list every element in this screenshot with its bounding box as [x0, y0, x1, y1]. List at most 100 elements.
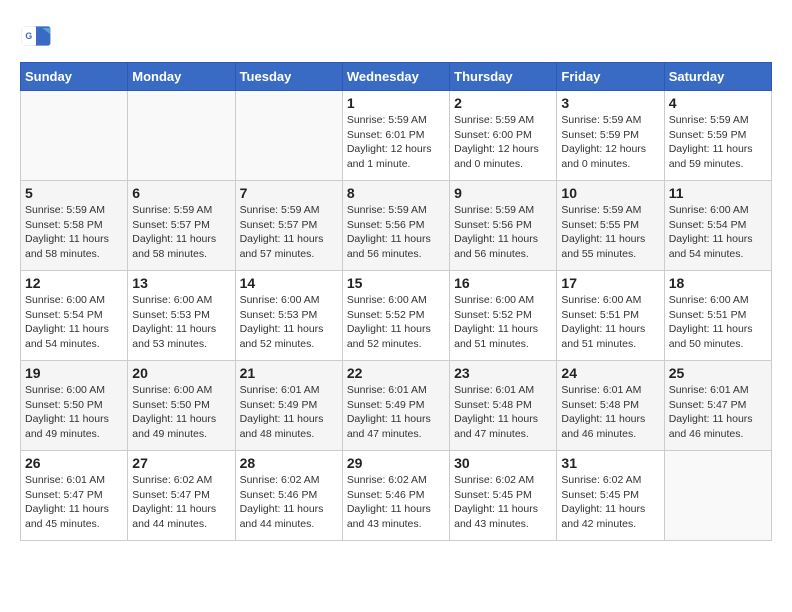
- weekday-header: Saturday: [664, 63, 771, 91]
- calendar-day-cell: [664, 451, 771, 541]
- day-info: Sunrise: 6:02 AM Sunset: 5:47 PM Dayligh…: [132, 473, 230, 532]
- day-info: Sunrise: 5:59 AM Sunset: 5:57 PM Dayligh…: [240, 203, 338, 262]
- day-info: Sunrise: 6:00 AM Sunset: 5:51 PM Dayligh…: [561, 293, 659, 352]
- day-info: Sunrise: 6:02 AM Sunset: 5:45 PM Dayligh…: [561, 473, 659, 532]
- calendar-day-cell: 8Sunrise: 5:59 AM Sunset: 5:56 PM Daylig…: [342, 181, 449, 271]
- calendar-day-cell: 24 Sunrise: 6:01 AM Sunset: 5:48 PM Dayli…: [557, 361, 664, 451]
- day-info: Sunrise: 6:01 AM Sunset: 5:48 PM Dayligh…: [454, 383, 552, 442]
- calendar-day-cell: 3Sunrise: 5:59 AM Sunset: 5:59 PM Daylig…: [557, 91, 664, 181]
- day-number: 7: [240, 185, 338, 201]
- day-info: Sunrise: 5:59 AM Sunset: 5:59 PM Dayligh…: [561, 113, 659, 172]
- day-number: 4: [669, 95, 767, 111]
- calendar-day-cell: 25 Sunrise: 6:01 AM Sunset: 5:47 PM Dayli…: [664, 361, 771, 451]
- calendar-day-cell: 4 Sunrise: 5:59 AM Sunset: 5:59 PM Daylig…: [664, 91, 771, 181]
- day-number: 15: [347, 275, 445, 291]
- day-info: Sunrise: 6:01 AM Sunset: 5:48 PM Dayligh…: [561, 383, 659, 442]
- day-number: 24: [561, 365, 659, 381]
- day-info: Sunrise: 6:00 AM Sunset: 5:53 PM Dayligh…: [240, 293, 338, 352]
- calendar-day-cell: [21, 91, 128, 181]
- day-info: Sunrise: 6:00 AM Sunset: 5:51 PM Dayligh…: [669, 293, 767, 352]
- day-info: Sunrise: 6:00 AM Sunset: 5:54 PM Dayligh…: [669, 203, 767, 262]
- day-number: 29: [347, 455, 445, 471]
- day-number: 26: [25, 455, 123, 471]
- day-info: Sunrise: 6:01 AM Sunset: 5:47 PM Dayligh…: [669, 383, 767, 442]
- day-number: 14: [240, 275, 338, 291]
- calendar-day-cell: 19 Sunrise: 6:00 AM Sunset: 5:50 PM Dayli…: [21, 361, 128, 451]
- day-number: 12: [25, 275, 123, 291]
- day-info: Sunrise: 6:02 AM Sunset: 5:45 PM Dayligh…: [454, 473, 552, 532]
- page-header: G: [20, 20, 772, 52]
- day-info: Sunrise: 6:00 AM Sunset: 5:54 PM Dayligh…: [25, 293, 123, 352]
- calendar-day-cell: 11 Sunrise: 6:00 AM Sunset: 5:54 PM Dayli…: [664, 181, 771, 271]
- day-number: 18: [669, 275, 767, 291]
- day-info: Sunrise: 5:59 AM Sunset: 6:00 PM Dayligh…: [454, 113, 552, 172]
- day-number: 1: [347, 95, 445, 111]
- day-number: 23: [454, 365, 552, 381]
- day-info: Sunrise: 5:59 AM Sunset: 6:01 PM Dayligh…: [347, 113, 445, 172]
- calendar-day-cell: 1 Sunrise: 5:59 AM Sunset: 6:01 PM Daylig…: [342, 91, 449, 181]
- day-info: Sunrise: 6:01 AM Sunset: 5:49 PM Dayligh…: [347, 383, 445, 442]
- day-number: 20: [132, 365, 230, 381]
- calendar-day-cell: 23 Sunrise: 6:01 AM Sunset: 5:48 PM Dayli…: [450, 361, 557, 451]
- weekday-header: Friday: [557, 63, 664, 91]
- day-info: Sunrise: 6:01 AM Sunset: 5:49 PM Dayligh…: [240, 383, 338, 442]
- calendar-day-cell: 9 Sunrise: 5:59 AM Sunset: 5:56 PM Daylig…: [450, 181, 557, 271]
- day-info: Sunrise: 6:00 AM Sunset: 5:50 PM Dayligh…: [132, 383, 230, 442]
- calendar-day-cell: 14 Sunrise: 6:00 AM Sunset: 5:53 PM Dayli…: [235, 271, 342, 361]
- day-number: 19: [25, 365, 123, 381]
- day-info: Sunrise: 5:59 AM Sunset: 5:58 PM Dayligh…: [25, 203, 123, 262]
- day-info: Sunrise: 6:00 AM Sunset: 5:52 PM Dayligh…: [454, 293, 552, 352]
- calendar-day-cell: 27 Sunrise: 6:02 AM Sunset: 5:47 PM Dayli…: [128, 451, 235, 541]
- day-number: 30: [454, 455, 552, 471]
- calendar-day-cell: 6Sunrise: 5:59 AM Sunset: 5:57 PM Daylig…: [128, 181, 235, 271]
- calendar-day-cell: [235, 91, 342, 181]
- calendar-day-cell: 18 Sunrise: 6:00 AM Sunset: 5:51 PM Dayli…: [664, 271, 771, 361]
- weekday-header: Monday: [128, 63, 235, 91]
- day-number: 17: [561, 275, 659, 291]
- calendar-day-cell: 22 Sunrise: 6:01 AM Sunset: 5:49 PM Dayli…: [342, 361, 449, 451]
- calendar-day-cell: 20 Sunrise: 6:00 AM Sunset: 5:50 PM Dayli…: [128, 361, 235, 451]
- calendar-day-cell: 26Sunrise: 6:01 AM Sunset: 5:47 PM Dayli…: [21, 451, 128, 541]
- day-number: 31: [561, 455, 659, 471]
- calendar-body: 1 Sunrise: 5:59 AM Sunset: 6:01 PM Daylig…: [21, 91, 772, 541]
- calendar-day-cell: 7 Sunrise: 5:59 AM Sunset: 5:57 PM Daylig…: [235, 181, 342, 271]
- calendar-day-cell: 5Sunrise: 5:59 AM Sunset: 5:58 PM Daylig…: [21, 181, 128, 271]
- day-number: 28: [240, 455, 338, 471]
- day-info: Sunrise: 5:59 AM Sunset: 5:59 PM Dayligh…: [669, 113, 767, 172]
- day-info: Sunrise: 6:00 AM Sunset: 5:50 PM Dayligh…: [25, 383, 123, 442]
- weekday-header: Sunday: [21, 63, 128, 91]
- day-number: 22: [347, 365, 445, 381]
- day-info: Sunrise: 5:59 AM Sunset: 5:55 PM Dayligh…: [561, 203, 659, 262]
- day-number: 16: [454, 275, 552, 291]
- calendar-day-cell: 30 Sunrise: 6:02 AM Sunset: 5:45 PM Dayli…: [450, 451, 557, 541]
- calendar-week-row: 12 Sunrise: 6:00 AM Sunset: 5:54 PM Dayli…: [21, 271, 772, 361]
- day-number: 27: [132, 455, 230, 471]
- day-number: 2: [454, 95, 552, 111]
- day-number: 25: [669, 365, 767, 381]
- logo-icon: G: [20, 20, 52, 52]
- day-number: 13: [132, 275, 230, 291]
- calendar-day-cell: 28 Sunrise: 6:02 AM Sunset: 5:46 PM Dayli…: [235, 451, 342, 541]
- calendar-day-cell: 29 Sunrise: 6:02 AM Sunset: 5:46 PM Dayli…: [342, 451, 449, 541]
- weekday-header: Thursday: [450, 63, 557, 91]
- day-info: Sunrise: 6:00 AM Sunset: 5:53 PM Dayligh…: [132, 293, 230, 352]
- calendar-day-cell: 16 Sunrise: 6:00 AM Sunset: 5:52 PM Dayli…: [450, 271, 557, 361]
- calendar-day-cell: [128, 91, 235, 181]
- calendar-week-row: 5Sunrise: 5:59 AM Sunset: 5:58 PM Daylig…: [21, 181, 772, 271]
- day-info: Sunrise: 5:59 AM Sunset: 5:56 PM Dayligh…: [454, 203, 552, 262]
- calendar-day-cell: 2 Sunrise: 5:59 AM Sunset: 6:00 PM Daylig…: [450, 91, 557, 181]
- day-info: Sunrise: 6:02 AM Sunset: 5:46 PM Dayligh…: [240, 473, 338, 532]
- weekday-header: Wednesday: [342, 63, 449, 91]
- calendar-day-cell: 12 Sunrise: 6:00 AM Sunset: 5:54 PM Dayli…: [21, 271, 128, 361]
- calendar-day-cell: 17 Sunrise: 6:00 AM Sunset: 5:51 PM Dayli…: [557, 271, 664, 361]
- calendar-week-row: 26Sunrise: 6:01 AM Sunset: 5:47 PM Dayli…: [21, 451, 772, 541]
- day-info: Sunrise: 6:02 AM Sunset: 5:46 PM Dayligh…: [347, 473, 445, 532]
- day-number: 6: [132, 185, 230, 201]
- calendar-day-cell: 10Sunrise: 5:59 AM Sunset: 5:55 PM Dayli…: [557, 181, 664, 271]
- day-info: Sunrise: 6:00 AM Sunset: 5:52 PM Dayligh…: [347, 293, 445, 352]
- weekday-header: Tuesday: [235, 63, 342, 91]
- day-number: 11: [669, 185, 767, 201]
- calendar-week-row: 1 Sunrise: 5:59 AM Sunset: 6:01 PM Daylig…: [21, 91, 772, 181]
- day-number: 9: [454, 185, 552, 201]
- calendar-header: SundayMondayTuesdayWednesdayThursdayFrid…: [21, 63, 772, 91]
